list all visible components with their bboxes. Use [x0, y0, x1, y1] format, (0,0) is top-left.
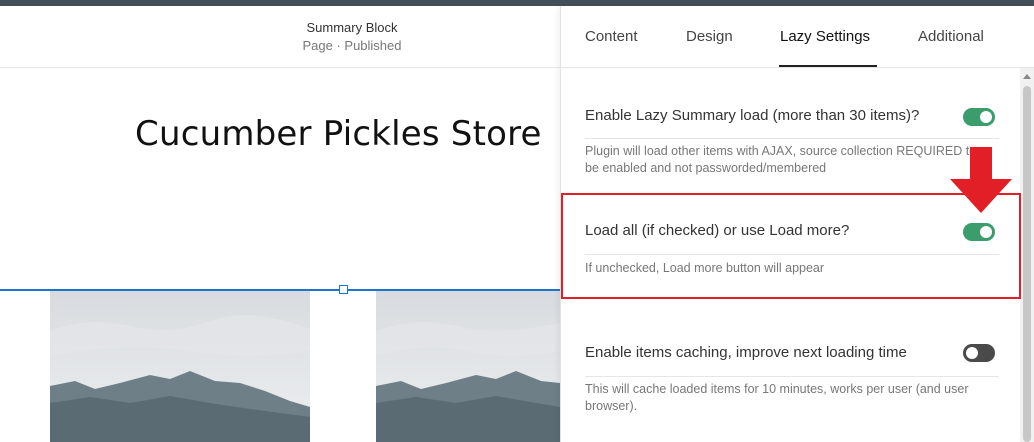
load-all-description: If unchecked, Load more button will appe…: [585, 261, 825, 275]
page-heading[interactable]: Cucumber Pickles Store: [135, 114, 542, 154]
settings-panel: Content Design Lazy Settings Additional …: [560, 6, 1034, 442]
toggle-knob: [980, 226, 992, 238]
active-tab-indicator: [779, 65, 877, 67]
caching-toggle[interactable]: [963, 344, 995, 362]
lazy-load-toggle[interactable]: [963, 108, 995, 126]
load-all-toggle[interactable]: [963, 223, 995, 241]
down-arrow-icon: [946, 147, 1016, 220]
panel-tabs: Content Design Lazy Settings Additional: [561, 6, 1034, 68]
scroll-up-icon[interactable]: [1023, 74, 1031, 79]
summary-item-image[interactable]: [376, 291, 560, 442]
scroll-thumb[interactable]: [1023, 86, 1031, 442]
summary-item-image[interactable]: [50, 291, 310, 442]
tab-design[interactable]: Design: [686, 28, 733, 45]
tab-lazy-settings[interactable]: Lazy Settings: [780, 28, 870, 45]
tab-additional[interactable]: Additional: [918, 28, 984, 45]
editor-header: Summary Block Page · Published: [0, 6, 560, 68]
setting-divider: [585, 376, 999, 377]
toggle-knob: [980, 111, 992, 123]
lazy-load-label: Enable Lazy Summary load (more than 30 i…: [585, 107, 920, 124]
caching-description: This will cache loaded items for 10 minu…: [585, 382, 969, 413]
setting-divider: [585, 138, 999, 139]
caching-label: Enable items caching, improve next loadi…: [585, 344, 907, 361]
lazy-load-description: Plugin will load other items with AJAX, …: [585, 144, 977, 175]
load-all-label: Load all (if checked) or use Load more?: [585, 222, 850, 239]
tab-content[interactable]: Content: [585, 28, 638, 45]
block-resize-handle[interactable]: [339, 285, 348, 294]
panel-scrollbar[interactable]: [1020, 68, 1034, 442]
toggle-knob: [966, 347, 978, 359]
setting-divider: [585, 254, 999, 255]
